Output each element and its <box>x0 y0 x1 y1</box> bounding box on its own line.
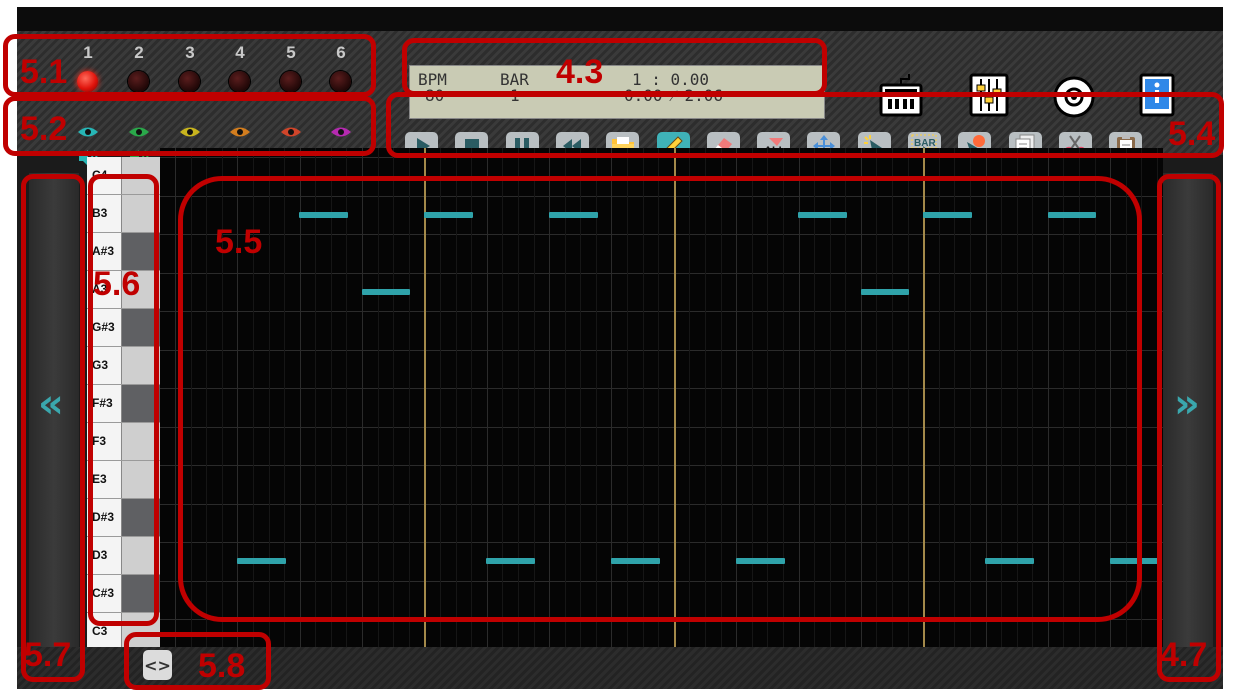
annotation-box-4-3 <box>402 38 827 96</box>
grid-column-line <box>175 148 176 647</box>
annotation-label-5-1: 5.1 <box>20 53 68 91</box>
annotation-box-5-7 <box>21 174 85 682</box>
annotation-box-5-5 <box>178 176 1142 622</box>
annotation-box-5-6 <box>88 174 159 626</box>
annotation-label-5-7: 5.7 <box>24 636 72 674</box>
annotation-label-5-2: 5.2 <box>20 110 68 148</box>
annotation-label-5-8: 5.8 <box>198 647 246 685</box>
top-bar <box>17 7 1223 31</box>
annotation-box-4-7 <box>1157 174 1221 682</box>
annotation-label-4-7: 4.7 <box>1160 636 1208 674</box>
annotation-label-4-3: 4.3 <box>556 53 604 91</box>
piano-key-label: C3 <box>92 624 108 638</box>
annotation-label-5-4: 5.4 <box>1168 115 1216 153</box>
annotation-label-5-6: 5.6 <box>93 265 141 303</box>
annotation-box-5-4 <box>386 92 1224 158</box>
annotation-label-5-5: 5.5 <box>215 223 263 261</box>
